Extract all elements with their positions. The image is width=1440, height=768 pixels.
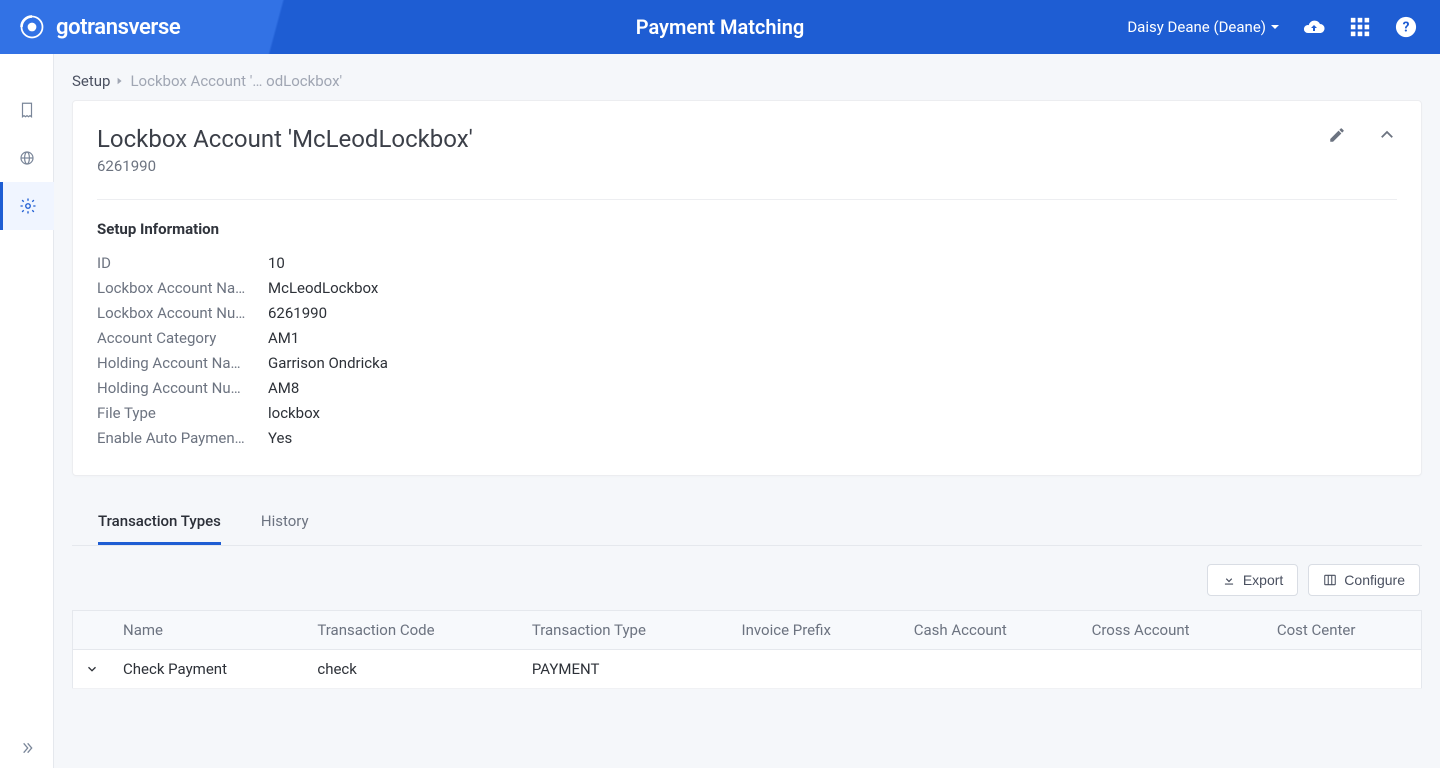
sidebar-expand-button[interactable] bbox=[19, 740, 35, 756]
info-value: Garrison Ondricka bbox=[268, 354, 657, 372]
expand-column-header bbox=[73, 611, 112, 650]
pencil-icon bbox=[1328, 126, 1346, 144]
info-label: Lockbox Account Na… bbox=[97, 279, 262, 297]
export-button[interactable]: Export bbox=[1207, 564, 1298, 596]
table-body: Check PaymentcheckPAYMENT bbox=[73, 650, 1422, 689]
info-value: lockbox bbox=[268, 404, 657, 422]
receipt-icon bbox=[18, 101, 36, 119]
sidebar-item-global[interactable] bbox=[0, 134, 54, 182]
info-label: Enable Auto Paymen… bbox=[97, 429, 262, 447]
breadcrumb: Setup Lockbox Account '… odLockbox' bbox=[72, 54, 1422, 100]
edit-button[interactable] bbox=[1327, 125, 1347, 145]
info-value: AM8 bbox=[268, 379, 657, 397]
apps-grid-icon[interactable] bbox=[1348, 15, 1372, 39]
info-value: AM1 bbox=[268, 329, 657, 347]
card-actions bbox=[1327, 125, 1397, 145]
column-header[interactable]: Transaction Type bbox=[520, 611, 730, 650]
info-label: Lockbox Account Nu… bbox=[97, 304, 262, 322]
svg-text:?: ? bbox=[1403, 20, 1410, 36]
column-header[interactable]: Cost Center bbox=[1265, 611, 1422, 650]
gear-icon bbox=[19, 197, 37, 215]
brand-logo-icon bbox=[18, 13, 46, 41]
collapse-button[interactable] bbox=[1377, 125, 1397, 145]
topbar-right: Daisy Deane (Deane) ? bbox=[1127, 15, 1440, 39]
cell-code: check bbox=[305, 650, 519, 689]
table-header-row: NameTransaction CodeTransaction TypeInvo… bbox=[73, 611, 1422, 650]
cell-cost_center bbox=[1265, 650, 1422, 689]
cell-cash_account bbox=[902, 650, 1080, 689]
setup-info-label: Setup Information bbox=[97, 220, 1397, 238]
columns-icon bbox=[1323, 573, 1337, 587]
user-menu[interactable]: Daisy Deane (Deane) bbox=[1127, 18, 1280, 36]
configure-label: Configure bbox=[1344, 572, 1405, 588]
topbar: gotransverse Payment Matching Daisy Dean… bbox=[0, 0, 1440, 54]
info-value: 6261990 bbox=[268, 304, 657, 322]
info-label: ID bbox=[97, 254, 262, 272]
table-toolbar: Export Configure bbox=[72, 564, 1422, 596]
help-icon[interactable]: ? bbox=[1394, 15, 1418, 39]
info-label: Holding Account Na… bbox=[97, 354, 262, 372]
chevron-right-icon bbox=[116, 77, 124, 85]
brand[interactable]: gotransverse bbox=[0, 13, 180, 41]
page-title: Lockbox Account 'McLeodLockbox' bbox=[97, 125, 473, 153]
setup-info-grid: ID 10 Lockbox Account Na… McLeodLockbox Lock… bbox=[97, 254, 657, 447]
tab-transaction-types[interactable]: Transaction Types bbox=[98, 498, 221, 545]
chevron-down-icon bbox=[85, 662, 99, 676]
info-value: Yes bbox=[268, 429, 657, 447]
download-icon bbox=[1222, 573, 1236, 587]
transaction-types-table: NameTransaction CodeTransaction TypeInvo… bbox=[72, 610, 1422, 689]
app-title: Payment Matching bbox=[636, 15, 805, 39]
configure-button[interactable]: Configure bbox=[1308, 564, 1420, 596]
lockbox-account-card: Lockbox Account 'McLeodLockbox' 6261990 … bbox=[72, 100, 1422, 476]
cloud-upload-icon[interactable] bbox=[1302, 15, 1326, 39]
cell-invoice_prefix bbox=[730, 650, 902, 689]
cell-type: PAYMENT bbox=[520, 650, 730, 689]
caret-down-icon bbox=[1270, 22, 1280, 32]
globe-icon bbox=[18, 149, 36, 167]
column-header[interactable]: Name bbox=[111, 611, 305, 650]
sidebar-item-receipts[interactable] bbox=[0, 86, 54, 134]
breadcrumb-current: Lockbox Account '… odLockbox' bbox=[130, 72, 342, 90]
table-row[interactable]: Check PaymentcheckPAYMENT bbox=[73, 650, 1422, 689]
tab-history[interactable]: History bbox=[261, 498, 309, 545]
user-display-name: Daisy Deane (Deane) bbox=[1127, 18, 1266, 36]
divider bbox=[97, 199, 1397, 200]
sidebar bbox=[0, 54, 54, 768]
chevron-up-icon bbox=[1378, 126, 1396, 144]
export-label: Export bbox=[1243, 572, 1283, 588]
cell-name: Check Payment bbox=[111, 650, 305, 689]
info-value: 10 bbox=[268, 254, 657, 272]
column-header[interactable]: Cross Account bbox=[1080, 611, 1265, 650]
page-subtitle: 6261990 bbox=[97, 157, 473, 175]
cell-cross_account bbox=[1080, 650, 1265, 689]
info-label: Account Category bbox=[97, 329, 262, 347]
card-header: Lockbox Account 'McLeodLockbox' 6261990 bbox=[97, 125, 1397, 191]
tabs: Transaction Types History bbox=[72, 498, 1422, 546]
sidebar-item-setup[interactable] bbox=[0, 182, 54, 230]
main-content: Setup Lockbox Account '… odLockbox' Lock… bbox=[54, 54, 1440, 768]
expand-row-button[interactable] bbox=[73, 650, 112, 689]
breadcrumb-root[interactable]: Setup bbox=[72, 72, 110, 90]
column-header[interactable]: Transaction Code bbox=[305, 611, 519, 650]
chevrons-right-icon bbox=[19, 740, 35, 756]
info-label: File Type bbox=[97, 404, 262, 422]
column-header[interactable]: Cash Account bbox=[902, 611, 1080, 650]
column-header[interactable]: Invoice Prefix bbox=[730, 611, 902, 650]
info-label: Holding Account Nu… bbox=[97, 379, 262, 397]
brand-name: gotransverse bbox=[56, 15, 180, 40]
info-value: McLeodLockbox bbox=[268, 279, 657, 297]
